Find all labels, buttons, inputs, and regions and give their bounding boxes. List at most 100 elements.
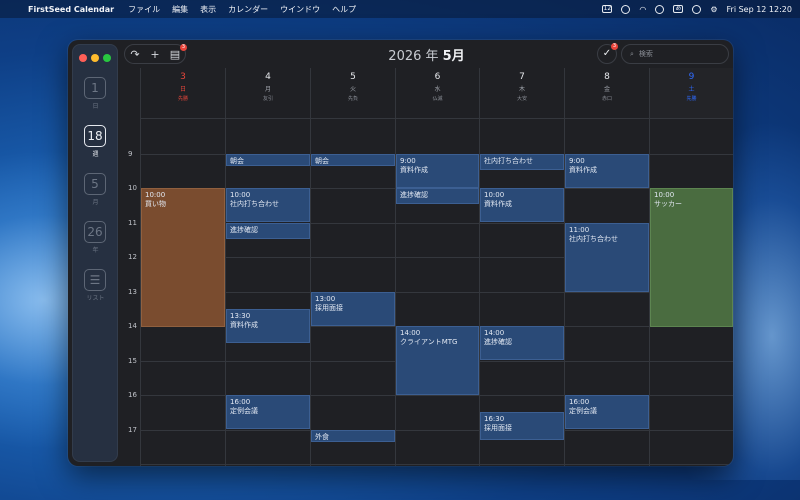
day-of-week: 土	[688, 86, 695, 93]
title-year: 2026 年	[388, 49, 439, 64]
rokuyo-label: 大安	[516, 96, 527, 102]
day-header-fri[interactable]: 8 金 赤口	[564, 68, 649, 118]
sidebar: 1 日 18 週 5 月 26 年 ☰ リスト	[72, 44, 118, 462]
event-block[interactable]: 16:00 定例会議	[565, 395, 649, 429]
search-input[interactable]	[638, 50, 719, 58]
hour-label: 14	[128, 322, 137, 330]
event-title: 採用面接	[315, 304, 343, 312]
event-block[interactable]: 外食	[311, 430, 395, 442]
day-of-week: 木	[518, 86, 525, 93]
day-of-week: 火	[349, 86, 356, 93]
view-month-button[interactable]: 5 月	[84, 173, 107, 206]
menu-calendar[interactable]: カレンダー	[228, 4, 268, 15]
menu-view[interactable]: 表示	[200, 4, 216, 15]
event-block[interactable]: 10:00 買い物	[141, 188, 225, 327]
search-icon: ⌕	[630, 49, 634, 58]
event-time: 9:00	[400, 157, 416, 165]
day-of-week: 金	[603, 86, 610, 93]
checkmark-icon: ✓	[602, 48, 612, 59]
hour-label: 12	[128, 253, 137, 261]
day-header-wed[interactable]: 6 水 仏滅	[395, 68, 479, 118]
event-block[interactable]: 社内打ち合わせ	[480, 154, 564, 170]
calendar-window: 1 日 18 週 5 月 26 年 ☰ リスト ↷ + ▤ 3 2026 年 5月	[68, 40, 733, 466]
event-title: 買い物	[145, 200, 166, 208]
event-time: 14:00	[484, 329, 505, 337]
rokuyo-label: 仏滅	[432, 96, 443, 102]
event-block[interactable]: 10:00 資料作成	[480, 188, 564, 222]
list-view-label: リスト	[86, 295, 105, 302]
event-title: 資料作成	[400, 166, 428, 174]
day-header-tue[interactable]: 5 火 先負	[310, 68, 395, 118]
event-time: 10:00	[654, 191, 675, 199]
event-block[interactable]: 朝会	[226, 154, 310, 166]
event-title: サッカー	[654, 200, 682, 208]
event-block[interactable]: 11:00 社内打ち合わせ	[565, 223, 649, 292]
view-list-button[interactable]: ☰ リスト	[84, 269, 107, 302]
grid-line	[140, 118, 733, 119]
event-title: 資料作成	[230, 321, 258, 329]
day-number: 6	[434, 72, 441, 82]
clock[interactable]: Fri Sep 12 12:20	[727, 5, 792, 14]
view-year-button[interactable]: 26 年	[84, 221, 107, 254]
zoom-button[interactable]	[103, 54, 111, 62]
week-view-icon: 18	[84, 125, 106, 147]
close-button[interactable]	[79, 54, 87, 62]
hour-label: 11	[128, 219, 137, 227]
display-icon[interactable]	[621, 4, 631, 14]
event-time: 14:00	[400, 329, 421, 337]
rokuyo-label: 先勝	[177, 96, 188, 102]
event-block[interactable]: 10:00 サッカー	[650, 188, 733, 327]
ime-icon[interactable]: あ	[673, 5, 684, 13]
control-center-icon[interactable]: ⚙	[710, 5, 717, 14]
event-time: 16:00	[569, 398, 590, 406]
event-block[interactable]: 10:00 社内打ち合わせ	[226, 188, 310, 222]
day-header-sat[interactable]: 9 土 先勝	[649, 68, 733, 118]
event-block[interactable]: 14:00 進捗確認	[480, 326, 564, 360]
event-block[interactable]: 進捗確認	[396, 188, 479, 204]
event-time: 10:00	[145, 191, 166, 199]
search-status-icon[interactable]	[692, 4, 702, 14]
calendar-status-icon[interactable]: 12	[602, 5, 613, 13]
day-header-thu[interactable]: 7 木 大安	[479, 68, 564, 118]
tasks-button[interactable]: ✓ 3	[597, 43, 618, 64]
event-title: 朝会	[315, 157, 329, 165]
day-header-sun[interactable]: 3 日 先勝	[140, 68, 225, 118]
hour-label: 10	[128, 184, 137, 192]
event-time: 16:30	[484, 415, 505, 423]
event-title: 朝会	[230, 157, 244, 165]
event-title: 定例会議	[230, 407, 258, 415]
time-grid[interactable]: 9 10 11 12 13 14 15 16 17 10:00 買い物 朝会 1…	[120, 118, 733, 466]
event-block[interactable]: 13:00 採用面接	[311, 292, 395, 326]
event-title: 進捗確認	[230, 226, 258, 234]
view-day-button[interactable]: 1 日	[84, 77, 107, 110]
event-block[interactable]: 13:30 資料作成	[226, 309, 310, 343]
day-view-icon: 1	[84, 77, 106, 99]
event-time: 16:00	[230, 398, 251, 406]
event-block[interactable]: 9:00 資料作成	[396, 154, 479, 188]
menu-window[interactable]: ウインドウ	[280, 4, 320, 15]
hour-label: 15	[128, 357, 137, 365]
rokuyo-label: 先負	[347, 96, 358, 102]
rokuyo-label: 赤口	[601, 96, 612, 102]
menu-help[interactable]: ヘルプ	[332, 4, 356, 15]
user-icon[interactable]	[655, 4, 665, 14]
menu-edit[interactable]: 編集	[172, 4, 188, 15]
event-block[interactable]: 16:30 採用面接	[480, 412, 564, 440]
month-view-icon: 5	[84, 173, 106, 195]
hour-label: 13	[128, 288, 137, 296]
event-block[interactable]: 14:00 クライアントMTG	[396, 326, 479, 395]
event-block[interactable]: 進捗確認	[226, 223, 310, 239]
menu-file[interactable]: ファイル	[128, 4, 160, 15]
day-header-mon[interactable]: 4 月 友引	[225, 68, 310, 118]
app-menu[interactable]: FirstSeed Calendar	[28, 5, 114, 14]
event-title: 外食	[315, 433, 329, 441]
event-time: 13:00	[315, 295, 336, 303]
day-number: 5	[350, 72, 356, 82]
search-field[interactable]: ⌕	[621, 44, 729, 64]
wifi-icon[interactable]: ◠	[639, 5, 646, 14]
minimize-button[interactable]	[91, 54, 99, 62]
event-block[interactable]: 16:00 定例会議	[226, 395, 310, 429]
event-block[interactable]: 朝会	[311, 154, 395, 166]
event-block[interactable]: 9:00 資料作成	[565, 154, 649, 188]
view-week-button[interactable]: 18 週	[84, 125, 107, 158]
